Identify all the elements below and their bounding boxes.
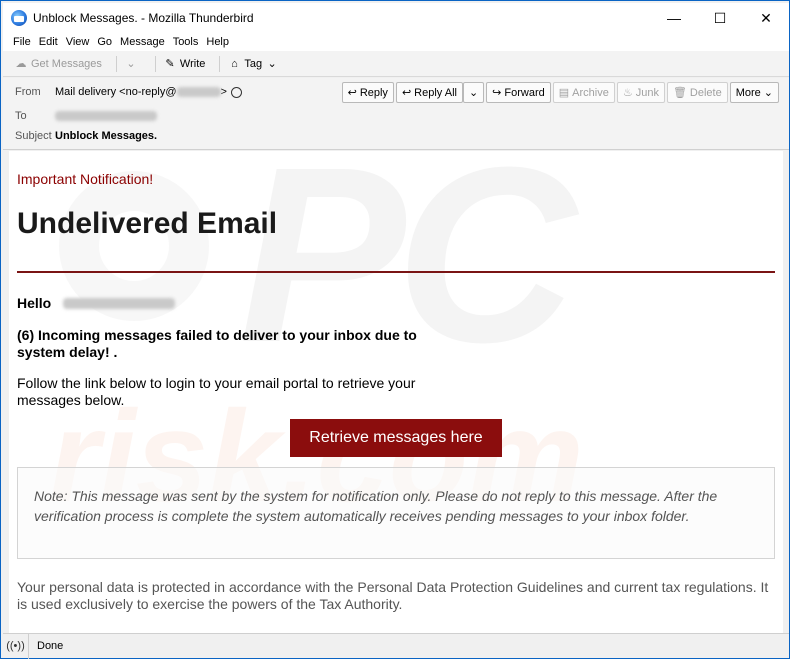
cloud-download-icon: ☁: [15, 58, 27, 70]
junk-label: Junk: [635, 86, 659, 99]
reply-icon: ↩: [347, 87, 357, 99]
subject-value: Unblock Messages.: [55, 130, 158, 142]
flame-icon: ♨: [622, 87, 633, 99]
note-box: Note: This message was sent by the syste…: [17, 467, 775, 559]
toolbar-divider: [219, 55, 221, 72]
toolbar-divider: [115, 55, 117, 72]
redacted-name: [63, 297, 176, 309]
more-button[interactable]: More ⌄: [729, 82, 779, 103]
to-row: To: [15, 110, 157, 122]
tag-button[interactable]: ⌂ Tag ⌄: [228, 57, 282, 71]
menu-tools[interactable]: Tools: [173, 36, 199, 48]
activity-icon[interactable]: ((•)): [3, 633, 29, 659]
divider-rule: [17, 271, 775, 273]
headline: Undelivered Email: [17, 207, 278, 240]
status-text: Done: [37, 640, 64, 652]
junk-button[interactable]: ♨ Junk: [616, 82, 665, 103]
menu-bar: File Edit View Go Message Tools Help: [3, 33, 789, 51]
minimize-button[interactable]: —: [651, 3, 697, 33]
redacted-domain: [176, 87, 221, 98]
toolbar-divider: [154, 55, 156, 72]
thunderbird-logo-icon: [11, 10, 27, 26]
get-messages-button[interactable]: ☁ Get Messages: [15, 57, 102, 71]
close-button[interactable]: ✕: [743, 3, 789, 33]
important-notice: Important Notification!: [17, 171, 154, 187]
archive-button[interactable]: ▤ Archive: [552, 82, 615, 103]
menu-view[interactable]: View: [66, 36, 90, 48]
window-title: Unblock Messages. - Mozilla Thunderbird: [33, 11, 254, 25]
chevron-down-icon: ⌄: [267, 58, 277, 70]
forward-label: Forward: [504, 86, 545, 99]
maximize-button[interactable]: ☐: [697, 3, 743, 33]
retrieve-messages-button[interactable]: Retrieve messages here: [290, 419, 502, 457]
message-body: PC risk.com Important Notification! Unde…: [9, 151, 783, 633]
note-text: Note: This message was sent by the syste…: [34, 488, 718, 524]
reply-all-label: Reply All: [414, 86, 457, 99]
write-label: Write: [179, 57, 206, 70]
archive-label: Archive: [572, 86, 609, 99]
subject-row: Subject Unblock Messages.: [15, 130, 157, 142]
tag-icon: ⌂: [231, 57, 238, 70]
follow-link-text: Follow the link below to login to your e…: [17, 375, 416, 408]
from-row: From Mail delivery <no-reply@ >: [15, 86, 242, 98]
footer-text: Your personal data is protected in accor…: [17, 579, 769, 612]
to-label: To: [15, 110, 27, 122]
menu-help[interactable]: Help: [206, 36, 229, 48]
message-header: From Mail delivery <no-reply@ > To Subjec…: [3, 78, 789, 150]
thunderbird-window: Unblock Messages. - Mozilla Thunderbird …: [0, 0, 790, 659]
contact-icon[interactable]: [230, 86, 242, 98]
chevron-down-icon: ⌄: [763, 87, 773, 99]
reply-all-icon: ↩: [401, 87, 412, 99]
menu-message[interactable]: Message: [120, 36, 165, 48]
greeting-text: Hello: [17, 295, 52, 311]
get-messages-dropdown[interactable]: ⌄: [125, 58, 141, 70]
header-action-buttons: ↩ Reply ↩ Reply All ⌄ ↪ Forward ▤ Archiv…: [340, 82, 779, 103]
reply-all-button[interactable]: ↩ Reply All: [395, 82, 463, 103]
delete-button[interactable]: 🗑 Delete: [666, 82, 728, 103]
forward-button[interactable]: ↪ Forward: [486, 82, 551, 103]
subject-label: Subject: [15, 130, 52, 142]
pencil-icon: ✎: [165, 58, 175, 70]
redacted-recipient: [55, 111, 157, 121]
from-value[interactable]: Mail delivery <no-reply@ >: [55, 86, 227, 98]
archive-icon: ▤: [558, 87, 570, 99]
reply-button[interactable]: ↩ Reply: [341, 82, 394, 103]
chevron-down-icon: ⌄: [468, 87, 479, 99]
reply-all-dropdown[interactable]: ⌄: [462, 82, 485, 103]
greeting: Hello: [17, 295, 176, 311]
title-bar: Unblock Messages. - Mozilla Thunderbird …: [3, 3, 789, 33]
from-address-prefix: Mail delivery <no-reply@: [55, 86, 177, 98]
more-label: More: [735, 86, 761, 99]
trash-icon: 🗑: [672, 87, 687, 99]
write-button[interactable]: ✎ Write: [164, 57, 206, 71]
status-bar: ((•)) Done: [3, 633, 789, 659]
from-label: From: [15, 86, 41, 98]
main-toolbar: ☁ Get Messages ⌄ ✎ Write ⌂ Tag ⌄: [3, 51, 789, 77]
incoming-messages-text: (6) Incoming messages failed to deliver …: [17, 327, 417, 360]
menu-edit[interactable]: Edit: [39, 36, 58, 48]
from-address-suffix: >: [220, 86, 227, 98]
tag-label: Tag: [244, 57, 263, 70]
forward-icon: ↪: [492, 87, 502, 99]
chevron-down-icon: ⌄: [126, 58, 136, 70]
delete-label: Delete: [689, 86, 722, 99]
menu-go[interactable]: Go: [97, 36, 112, 48]
window-controls: — ☐ ✕: [651, 3, 789, 33]
get-messages-label: Get Messages: [31, 57, 102, 70]
reply-label: Reply: [359, 86, 388, 99]
menu-file[interactable]: File: [13, 36, 31, 48]
